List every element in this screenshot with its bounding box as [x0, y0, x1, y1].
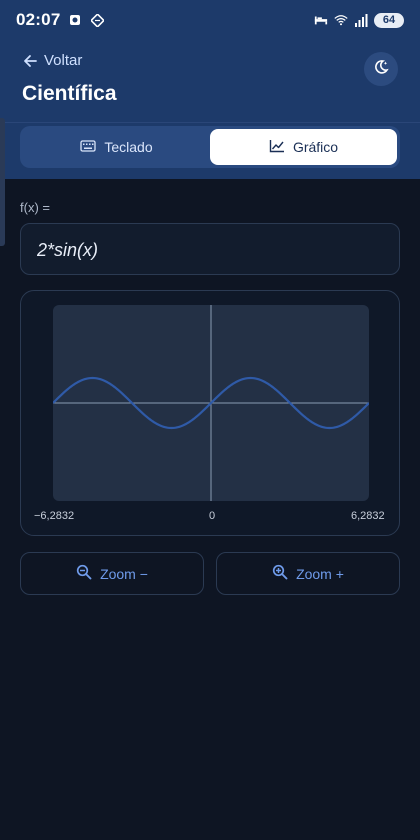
- theme-toggle-button[interactable]: [364, 52, 398, 86]
- zoom-in-icon: [272, 564, 288, 583]
- function-plot[interactable]: [53, 305, 369, 501]
- zoom-out-icon: [76, 564, 92, 583]
- chart-line-icon: [269, 139, 285, 156]
- battery-indicator: 64: [374, 12, 404, 28]
- graph-card: −6,2832 0 6,2832: [20, 290, 400, 536]
- zoom-in-label: Zoom +: [296, 565, 344, 582]
- arrow-left-icon: [22, 53, 38, 69]
- zoom-out-label: Zoom −: [100, 565, 148, 582]
- tab-keyboard-label: Teclado: [104, 139, 153, 155]
- tab-bar: Teclado Gráfico: [0, 122, 420, 179]
- x-min-label: −6,2832: [34, 510, 75, 522]
- tab-graph[interactable]: Gráfico: [210, 129, 397, 165]
- x-zero-label: 0: [209, 510, 216, 522]
- expression-input[interactable]: [35, 224, 389, 276]
- app-header: Voltar Científica: [0, 40, 420, 122]
- zoom-out-button[interactable]: Zoom −: [20, 552, 204, 595]
- drawer-handle[interactable]: [0, 118, 5, 246]
- status-time: 02:07: [16, 10, 61, 29]
- tab-graph-label: Gráfico: [292, 139, 339, 155]
- signal-icon: [354, 13, 368, 27]
- page-title: Científica: [22, 82, 117, 105]
- vpn-icon: [90, 13, 104, 27]
- expression-field[interactable]: [20, 223, 400, 276]
- status-left: 02:07: [16, 10, 104, 30]
- wifi-icon: [334, 13, 348, 27]
- function-label: f(x) =: [20, 200, 50, 215]
- sleep-mode-icon: [314, 13, 328, 27]
- segmented-control: Teclado Gráfico: [20, 126, 400, 168]
- back-label: Voltar: [44, 52, 83, 69]
- tab-keyboard[interactable]: Teclado: [23, 129, 210, 165]
- moon-icon: [372, 58, 390, 81]
- x-max-label: 6,2832: [351, 510, 385, 522]
- app-notification-icon: [68, 13, 82, 27]
- back-button[interactable]: Voltar: [22, 52, 82, 69]
- zoom-in-button[interactable]: Zoom +: [216, 552, 400, 595]
- status-bar: 02:07 64: [0, 0, 420, 40]
- status-right: 64: [314, 12, 404, 28]
- keyboard-icon: [80, 139, 97, 155]
